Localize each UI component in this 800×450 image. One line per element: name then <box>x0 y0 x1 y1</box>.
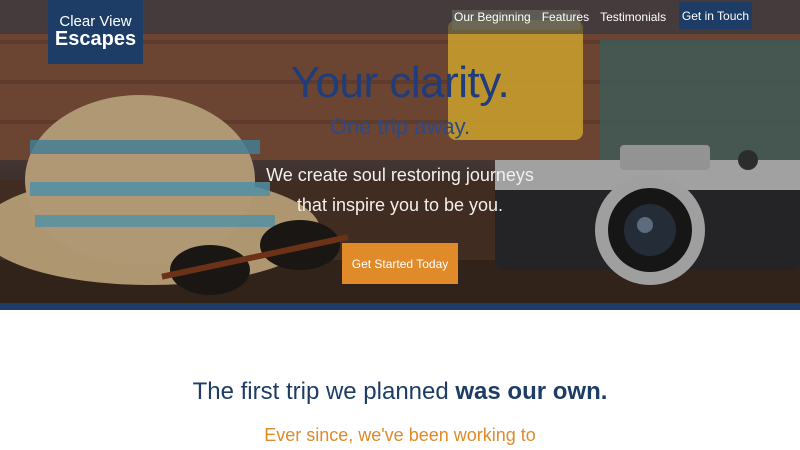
nav-link-features[interactable]: Features <box>542 10 589 24</box>
brand-logo[interactable]: Clear View Escapes <box>48 0 143 64</box>
nav-links: Our Beginning Features Testimonials <box>454 10 666 24</box>
hero-subtitle: One trip away. <box>329 114 471 139</box>
story-heading-bold: was our own. <box>455 378 608 405</box>
story-subheading: Ever since, we've been working to <box>264 425 536 445</box>
story-heading-regular: The first trip we planned <box>192 378 456 405</box>
hero-bottom-border <box>0 303 800 310</box>
hero-title: Your clarity. <box>290 58 510 107</box>
hero-description-line-2: that inspire you to be you. <box>296 195 504 215</box>
story-heading: The first trip we planned was our own. <box>0 378 800 406</box>
get-started-button[interactable]: Get Started Today <box>342 243 458 284</box>
nav-link-testimonials[interactable]: Testimonials <box>600 10 666 24</box>
nav-link-our-beginning[interactable]: Our Beginning <box>454 10 531 24</box>
hero-description-line-1: We create soul restoring journeys <box>266 165 534 185</box>
hero-description: We create soul restoring journeys that i… <box>0 160 800 220</box>
get-in-touch-button[interactable]: Get in Touch <box>679 2 752 29</box>
brand-line-1: Clear View <box>59 12 132 30</box>
brand-line-2: Escapes <box>54 28 137 51</box>
